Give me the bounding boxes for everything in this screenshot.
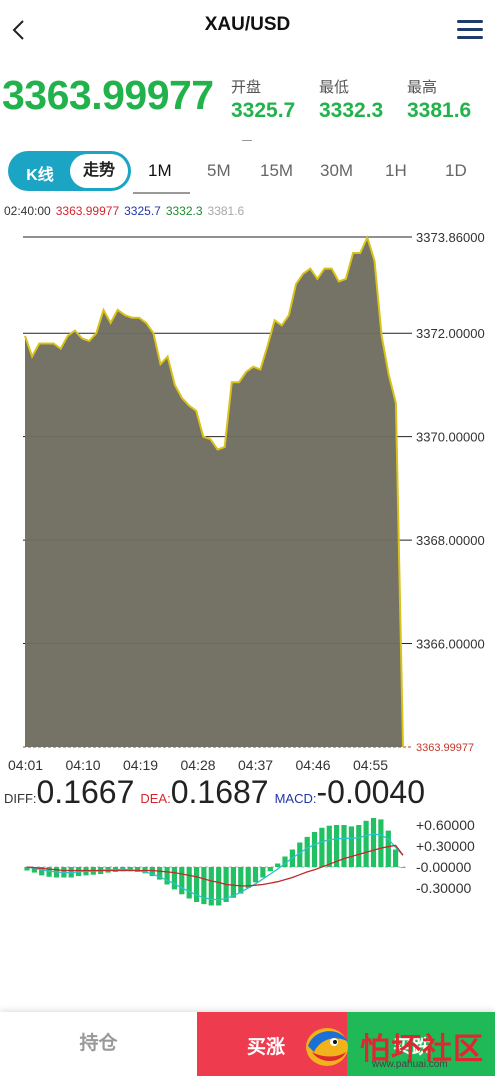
macd-bar: [230, 867, 236, 898]
x-tick-label: 04:37: [238, 757, 273, 773]
macd-bar: [363, 820, 369, 867]
macd-label: MACD:: [274, 791, 317, 806]
macd-y-tick-label: +0.30000: [416, 838, 475, 854]
stat-open-label: 开盘: [231, 79, 262, 96]
macd-value: -0.0040: [316, 774, 426, 810]
diff-value: 0.1667: [36, 774, 135, 810]
macd-bar: [252, 867, 259, 883]
positions-button[interactable]: 持仓: [0, 1012, 197, 1076]
stat-open-value: 3325.7: [231, 99, 296, 122]
header: XAU/USD: [0, 0, 495, 56]
macd-bar: [378, 819, 384, 867]
tab-trend[interactable]: 走势: [70, 154, 128, 188]
current-price: 3363.99977: [2, 72, 214, 118]
macd-bar: [260, 867, 266, 878]
tab-period-30m[interactable]: 30M: [320, 161, 353, 181]
x-tick-label: 04:46: [296, 757, 331, 773]
stat-open: 开盘 3325.7: [231, 76, 295, 123]
y-tick-label: 3366.00000: [416, 637, 485, 652]
info-open: 3325.7: [124, 204, 161, 218]
macd-bar: [348, 826, 354, 867]
buy-up-label: 买涨: [247, 1037, 286, 1058]
stat-high-value: 3381.6: [407, 99, 472, 122]
divider: [242, 140, 252, 141]
price-area: [25, 237, 403, 747]
macd-bar: [341, 825, 347, 867]
stat-low-value: 3332.3: [319, 99, 384, 122]
tab-period-5m[interactable]: 5M: [207, 161, 231, 181]
macd-bar: [393, 849, 399, 867]
macd-bar: [400, 867, 406, 868]
stat-low: 最低 3332.3: [319, 76, 383, 123]
macd-y-tick-label: -0.00000: [416, 859, 471, 875]
macd-bar: [370, 818, 377, 867]
y-tick-label: 3370.00000: [416, 430, 485, 445]
macd-bar: [179, 867, 185, 895]
macd-values: DIFF:0.1667 DEA:0.1687 MACD:-0.0040: [4, 774, 431, 811]
macd-bar: [304, 836, 310, 867]
macd-bar: [356, 825, 362, 867]
info-price: 3363.99977: [55, 204, 120, 218]
tab-period-15m[interactable]: 15M: [260, 161, 293, 181]
info-low: 3332.3: [165, 204, 203, 218]
page-title: XAU/USD: [204, 14, 291, 35]
stat-high-label: 最高: [407, 79, 438, 96]
tab-period-1h[interactable]: 1H: [385, 161, 407, 181]
x-tick-label: 04:55: [353, 757, 388, 773]
tab-period-1m[interactable]: 1M: [148, 161, 172, 181]
chart-tabs: K线 走势 1M 5M 15M 30M 1H 1D: [8, 151, 488, 195]
macd-bar: [326, 825, 332, 867]
info-high: 3381.6: [207, 204, 245, 218]
macd-bar: [186, 867, 192, 899]
price-chart[interactable]: 3373.86000 3372.00000 3370.00000 3368.00000…: [0, 222, 495, 1012]
y-tick-label: 3372.00000: [416, 326, 485, 341]
dea-value: 0.1687: [170, 774, 269, 810]
macd-y-tick-label: +0.60000: [416, 817, 475, 833]
stat-low-label: 最低: [319, 79, 350, 96]
chart-mode-toggle: K线 走势: [8, 151, 131, 191]
dea-label: DEA:: [140, 791, 171, 806]
macd-bar: [275, 863, 281, 867]
macd-bar: [194, 867, 200, 902]
watermark-logo-icon: [306, 1028, 348, 1066]
last-price-label: 3363.99977: [416, 742, 474, 754]
x-tick-label: 04:10: [66, 757, 101, 773]
stat-high: 最高 3381.6: [407, 76, 471, 123]
x-tick-label: 04:28: [181, 757, 216, 773]
macd-bar: [385, 830, 391, 867]
y-tick-label: 3368.00000: [416, 533, 485, 548]
macd-bar: [245, 867, 251, 888]
tab-period-1d[interactable]: 1D: [445, 161, 467, 181]
watermark-url: www.pahuai.com: [372, 1059, 448, 1070]
macd-bar: [311, 832, 318, 867]
x-tick-label: 04:01: [8, 757, 43, 773]
macd-bar: [319, 827, 325, 867]
menu-icon[interactable]: [457, 20, 483, 40]
macd-bar: [267, 867, 273, 872]
info-time: 02:40:00: [4, 204, 51, 218]
x-tick-label: 04:19: [123, 757, 158, 773]
macd-bar: [171, 867, 177, 890]
macd-bar: [238, 867, 244, 894]
active-tab-indicator: [133, 192, 190, 194]
y-tick-label: 3373.86000: [416, 230, 485, 245]
tab-kline[interactable]: K线: [16, 161, 64, 185]
diff-label: DIFF:: [4, 791, 37, 806]
chart-info-bar: 02:40:00 3363.99977 3325.7 3332.3 3381.6: [4, 204, 249, 218]
macd-y-tick-label: -0.30000: [416, 880, 471, 896]
